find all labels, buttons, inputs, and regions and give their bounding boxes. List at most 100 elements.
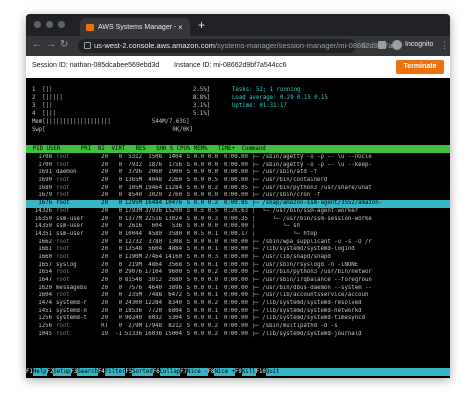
cell-time: 0:00.00 (224, 223, 248, 230)
cell-res: 12284 (144, 300, 162, 307)
table-row[interactable]: 1451 systemd-n 20 0 18536 7720 6804 S 0.0 0.1 0:00… (26, 308, 450, 316)
fkey-number: F10 (255, 368, 266, 376)
cell-pri: 20 (101, 307, 108, 314)
cell-cpu: 0.0 (193, 177, 204, 184)
table-row[interactable]: 1256 systemd-t 20 0 90240 6032 5304 S 0.0 0.1 0:00… (26, 315, 450, 323)
tab-close-icon[interactable]: × (178, 23, 183, 32)
cell-cmd: │ └─ /usr/bin/ssm-agent-worker (252, 207, 359, 214)
cell-cmd: ├─ /usr/bin/python3 /usr/bin/networ (252, 269, 372, 276)
menu-kebab-icon[interactable]: ⋮ (440, 39, 449, 51)
incognito-avatar-icon[interactable] (392, 40, 402, 50)
cpu-meter-4: 4 [||| 5.1%] (32, 111, 211, 117)
cell-s: S (186, 207, 190, 214)
cell-mem: 0.2 (207, 269, 218, 276)
cell-cmd: │ └─ htop (252, 230, 318, 237)
cell-pri: 20 (101, 300, 108, 307)
address-bar[interactable]: us-west-2.console.aws.amazon.com/systems… (78, 39, 399, 53)
cell-pid: 1661 (38, 246, 52, 253)
table-row[interactable]: 1045 root 19 -1 51336 16036 15004 S 0.0 0.2 0:00.0… (26, 331, 450, 339)
cell-cpu: 0.0 (193, 154, 204, 160)
table-row[interactable]: 1660 root 20 0 1190M 27464 14160 S 0.0 0.3 0:00.00… (26, 254, 450, 262)
cell-pid: 1708 (38, 154, 52, 160)
table-row[interactable]: 1657 syslog 20 0 219M 4864 3568 S 0.0 0.1 0:00.00 ├… (26, 262, 450, 270)
new-tab-button[interactable]: + (198, 18, 205, 32)
cell-pid: 1679 (38, 192, 52, 199)
table-row[interactable]: 1708 root 20 0 5312 1508 1404 S 0.0 0.0 0:00.00 ├─ … (26, 154, 450, 162)
fkey-f3[interactable]: F3 Search (70, 368, 98, 376)
cell-s: S (186, 284, 190, 291)
lock-icon (84, 42, 91, 49)
cell-cpu: 0.0 (193, 277, 204, 283)
cell-shr: 6804 (168, 307, 182, 314)
table-row[interactable]: 16350 ssm-user 20 0 1377M 22516 13024 S 0.0 0.3 0:… (26, 216, 450, 224)
table-row[interactable]: 1691 daemon 20 0 3796 2060 1900 S 0.0 0.0 0:00.00 ├… (26, 169, 450, 177)
tab-aws-systems-manager[interactable]: AWS Systems Manager - Sessi × (80, 18, 190, 36)
table-row[interactable]: 14351 ssm-user 20 0 10044 4580 3580 R 0.5 0.1 0:00… (26, 231, 450, 239)
cell-shr: 13024 (164, 215, 182, 222)
cell-shr: 1308 (168, 238, 182, 245)
cell-cmd: ├─ /usr/lib/snapd/snapd (252, 253, 331, 260)
table-row[interactable]: 1654 root 20 0 29076 17104 9600 S 0.0 0.2 0:00.00 ├… (26, 269, 450, 277)
maximize-window-button[interactable] (58, 21, 65, 28)
cell-shr: 2760 (168, 192, 182, 199)
table-row[interactable]: 1690 root 20 0 1365M 4048 2260 S 0.0 0.5 0:00.00 ├─… (26, 177, 450, 185)
cell-shr: 5304 (168, 315, 182, 322)
cell-mem: 0.2 (207, 300, 218, 307)
cell-mem: 0.5 (207, 177, 218, 184)
fkey-f9[interactable]: F9 Kill (234, 368, 256, 376)
aws-favicon-icon (86, 23, 94, 31)
fkey-f2[interactable]: F2 Setup (46, 368, 71, 376)
cell-time: 0:00.00 (224, 284, 248, 291)
fkey-f10[interactable]: F10 Quit (255, 368, 280, 376)
table-row[interactable]: 1620 messagebu 20 0 7576 4640 3896 S 0.0 0.1 0:00.… (26, 285, 450, 293)
cell-pid: 1604 (38, 292, 52, 299)
table-row[interactable]: 1661 root 20 0 13548 5604 4884 S 0.0 0.1 0:00.00 ├─… (26, 246, 450, 254)
cell-user: root (56, 246, 70, 253)
fkey-f1[interactable]: F1 Help (26, 368, 47, 376)
table-row[interactable]: 1474 systemd-r 20 0 24300 12284 8340 S 0.0 0.2 0:0… (26, 300, 450, 308)
terminal[interactable]: 1 [|| 2.5%] 2 [||||| 8.8%] 3 [|| 3.1%] 4… (26, 78, 450, 378)
cell-cmd: ├─ /usr/lib/accountsservice/accoun (252, 292, 369, 299)
cell-virt: 1365M (124, 177, 142, 184)
cell-ni: 0 (118, 315, 122, 322)
close-window-button[interactable] (34, 21, 41, 28)
cell-time: 0:00.35 (224, 215, 248, 222)
bookmark-star-icon[interactable]: ☆ (360, 40, 368, 51)
back-icon[interactable]: ← (32, 39, 42, 51)
table-row[interactable]: 1662 root 20 0 12732 3780 1308 S 0.0 0.0 0:00.00 ├─… (26, 239, 450, 247)
cell-s: S (186, 261, 190, 268)
minimize-window-button[interactable] (46, 21, 53, 28)
table-row[interactable]: 1256 root RT 0 279M 17948 8212 S 0.0 0.2 0:00.00 ├─… (26, 323, 450, 331)
table-row[interactable]: 1647 root 20 0 81548 3012 2680 S 0.0 0.0 0:00.00 ├─… (26, 277, 450, 285)
table-row[interactable]: 14326 root 20 0 1793M 37936 15200 S 0.5 0.5 0:26.6… (26, 208, 450, 216)
session-id: Session ID: nathan-085dcabee569ebd3d (32, 62, 160, 69)
cell-pid: 1690 (38, 177, 52, 184)
cell-res: 7720 (148, 307, 162, 314)
fkey-f6[interactable]: F6 Collap (152, 368, 181, 376)
cell-ni: 0 (118, 207, 122, 214)
fkey-f4[interactable]: F4 Filter (97, 368, 126, 376)
cell-mem: 0.0 (207, 169, 218, 176)
table-row[interactable]: 1700 root 20 0 7932 1876 1756 S 0.0 0.0 0:00.00 ├─ … (26, 162, 450, 170)
cell-res: 3012 (148, 277, 162, 283)
table-row[interactable]: 1679 root 20 0 8540 3020 2760 S 0.0 0.0 0:00.00 ├─ … (26, 192, 450, 200)
fkey-f8[interactable]: F8 Nice + (207, 368, 235, 376)
extensions-icon[interactable] (378, 41, 386, 49)
fkey-f7[interactable]: F7 Nice - (180, 368, 208, 376)
cell-cpu: 0.0 (193, 253, 204, 260)
table-row[interactable]: 14350 ssm-user 20 0 2616 604 536 S 0.0 0.0 0:00.00… (26, 223, 450, 231)
cell-shr: 8212 (168, 323, 182, 330)
cell-s: R (186, 230, 190, 237)
cell-user: root (56, 177, 70, 184)
terminate-button[interactable]: Terminate (396, 60, 444, 74)
fkey-f5[interactable]: F5 Sorted (125, 368, 153, 376)
forward-icon[interactable]: → (46, 39, 56, 51)
browser-window: AWS Systems Manager - Sessi × + ← → ↻ us… (26, 14, 450, 378)
cell-ni: 0 (118, 307, 122, 314)
table-row[interactable]: 1680 root 20 0 105M 19464 11284 S 0.0 0.2 0:00.05 ├… (26, 185, 450, 193)
reload-icon[interactable]: ↻ (60, 39, 68, 51)
cell-cpu: 0.0 (193, 315, 204, 322)
cell-ni: 0 (118, 161, 122, 168)
table-row-selected[interactable]: 1676 root 20 0 1295M 16484 10476 S 0.0 0.2 0:00.85… (26, 200, 450, 208)
table-row[interactable]: 1604 root 20 0 235M 7488 6472 S 0.0 0.1 0:00.00 ├─ … (26, 292, 450, 300)
